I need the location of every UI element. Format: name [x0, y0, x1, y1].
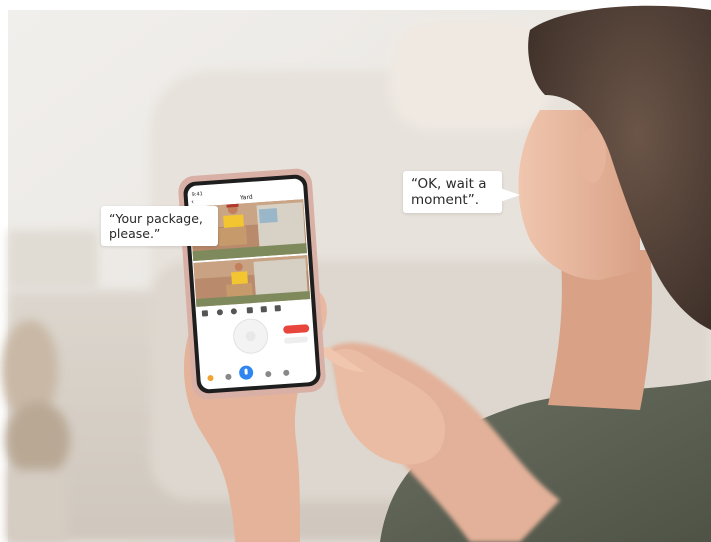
speech-bubble-courier: “Your package, please.”: [101, 206, 218, 246]
photo-scene: 9:41 Yard ‹ “Your package, please.” “OK,…: [0, 0, 711, 542]
bubble-line: “Your package,: [109, 211, 203, 226]
bubble-line: moment”.: [411, 192, 480, 208]
smartphone: 9:41 Yard ‹: [178, 168, 326, 400]
speech-bubble-tail: [500, 188, 520, 202]
app-title: Yard: [239, 194, 253, 202]
bubble-line: “OK, wait a: [411, 176, 487, 192]
scene-illustration: 9:41 Yard ‹: [0, 0, 711, 542]
package-box: [218, 226, 248, 247]
speech-bubble-resident: “OK, wait a moment”.: [403, 171, 502, 213]
bubble-line: please.”: [109, 226, 161, 241]
speech-bubble-tail: [205, 221, 217, 235]
